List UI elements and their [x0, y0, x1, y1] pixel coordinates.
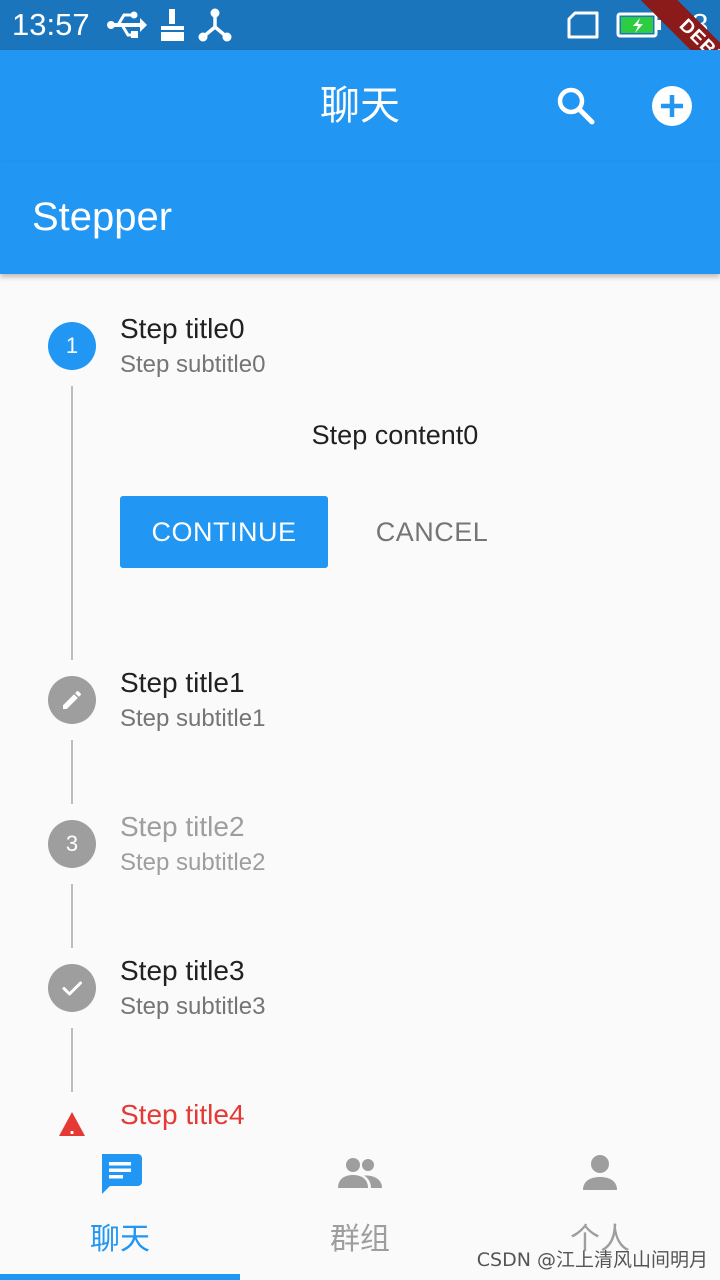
step-subtitle-2: Step subtitle2	[120, 849, 266, 876]
status-time: 13:57	[12, 7, 90, 42]
nav-item-group[interactable]: 群组	[240, 1138, 480, 1280]
nav-label-chat: 聊天	[90, 1222, 150, 1257]
step-subtitle-3: Step subtitle3	[120, 993, 266, 1020]
nav-label-group: 群组	[330, 1222, 390, 1257]
step-subtitle-0: Step subtitle0	[120, 351, 266, 378]
step-title-2: Step title2	[120, 811, 245, 842]
person-icon	[583, 1155, 617, 1190]
step-indicator-2: 3	[48, 820, 96, 868]
sub-header: Stepper	[0, 162, 720, 274]
step-indicator-4[interactable]	[58, 1110, 86, 1138]
section-title: Stepper	[32, 195, 173, 239]
add-circle-icon	[652, 86, 692, 126]
chat-icon	[102, 1154, 142, 1194]
step-connector	[71, 740, 73, 804]
app-bar: 聊天	[0, 50, 720, 162]
step-title-0[interactable]: Step title0	[120, 312, 245, 346]
warning-icon	[59, 1112, 85, 1136]
watermark: CSDN @江上清风山间明月	[476, 1249, 708, 1271]
step-indicator-1[interactable]	[48, 676, 96, 724]
step-title-1[interactable]: Step title1	[120, 666, 245, 700]
step-content: Step content0	[311, 420, 479, 450]
search-icon	[557, 87, 595, 125]
status-bar: 13:57 48	[0, 0, 720, 50]
continue-button[interactable]: CONTINUE	[120, 496, 328, 568]
check-icon	[62, 981, 82, 996]
add-button[interactable]	[650, 84, 694, 128]
nav-active-indicator	[0, 1274, 240, 1280]
step-indicator-3[interactable]	[48, 964, 96, 1012]
cancel-button[interactable]: CANCEL	[352, 496, 512, 568]
edit-icon	[63, 690, 82, 709]
page-title: 聊天	[320, 83, 400, 129]
group-icon	[338, 1158, 382, 1188]
step-indicator-0[interactable]: 1	[48, 322, 96, 370]
step-connector	[71, 386, 73, 660]
search-button[interactable]	[554, 84, 598, 128]
step-connector	[71, 884, 73, 948]
stepper: 1 Step title0 Step subtitle0 Step conten…	[0, 274, 720, 1138]
cleaner-icon	[158, 8, 188, 47]
sim-card-icon	[566, 8, 600, 47]
network-icon	[198, 8, 232, 47]
step-title-3[interactable]: Step title3	[120, 954, 245, 988]
usb-icon	[106, 8, 148, 47]
step-connector	[71, 1028, 73, 1092]
step-title-4[interactable]: Step title4	[120, 1098, 245, 1132]
step-subtitle-1: Step subtitle1	[120, 705, 266, 732]
nav-item-chat[interactable]: 聊天	[0, 1138, 240, 1280]
